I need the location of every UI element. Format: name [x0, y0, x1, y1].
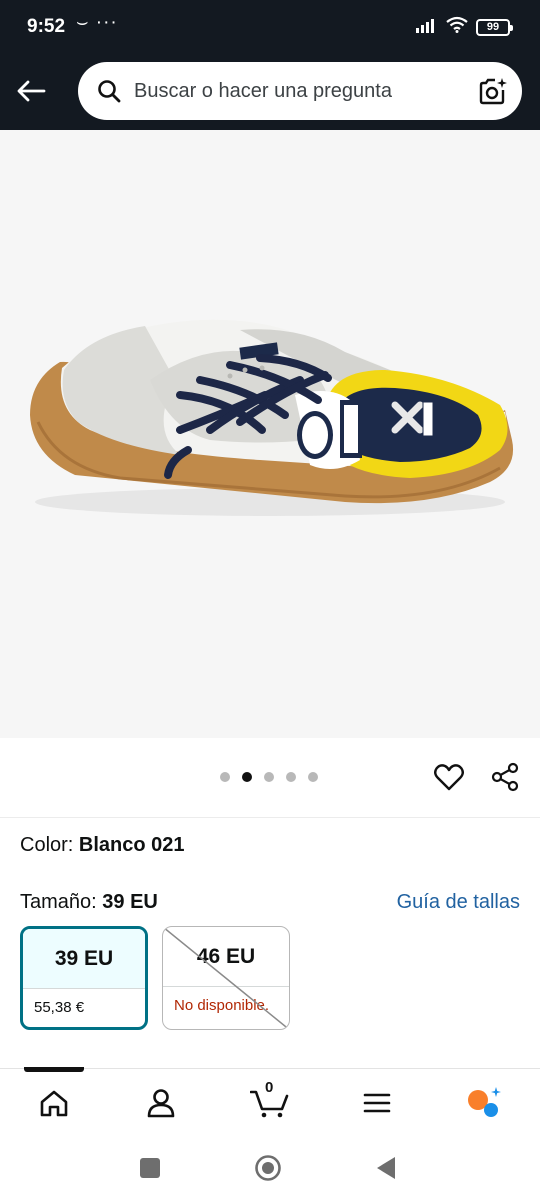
- back-triangle-icon[interactable]: [372, 1154, 400, 1182]
- status-bar: 9:52 ⌣ ··· 99: [0, 0, 540, 56]
- size-option-39[interactable]: 39 EU 55,38 €: [20, 926, 148, 1030]
- size-option-label: 46 EU: [163, 927, 289, 987]
- app-header: [0, 56, 540, 130]
- carousel-dot[interactable]: [220, 772, 230, 782]
- recent-apps-icon[interactable]: [136, 1154, 164, 1182]
- carousel-dot[interactable]: [264, 772, 274, 782]
- product-image[interactable]: [0, 130, 540, 738]
- active-tab-indicator: [24, 1067, 84, 1072]
- nav-menu-icon[interactable]: [357, 1085, 397, 1121]
- status-icons: 99: [416, 16, 513, 38]
- home-circle-icon[interactable]: [254, 1154, 282, 1182]
- search-input[interactable]: [134, 71, 464, 111]
- image-carousel-controls: [0, 738, 540, 818]
- size-option-availability: No disponible.: [174, 997, 270, 1014]
- nav-rufus-assistant-icon[interactable]: [464, 1085, 504, 1121]
- wishlist-heart-icon[interactable]: [432, 760, 466, 794]
- carousel-dot-active[interactable]: [242, 772, 252, 782]
- status-time: 9:52: [27, 16, 66, 37]
- wifi-icon: [446, 16, 468, 38]
- shoe-image: [30, 319, 514, 516]
- size-selection: Tamaño: 39 EU: [20, 891, 158, 914]
- system-navigation-bar: [0, 1134, 540, 1200]
- signal-icon: [416, 17, 438, 38]
- carousel-dot[interactable]: [308, 772, 318, 782]
- camera-search-icon[interactable]: [476, 74, 510, 108]
- share-icon[interactable]: [488, 760, 522, 794]
- nav-account-icon[interactable]: [141, 1085, 181, 1121]
- color-selection: Color: Blanco 021: [20, 834, 185, 857]
- status-notification-icons: ⌣ ···: [76, 12, 118, 33]
- back-arrow-icon: [17, 80, 46, 102]
- carousel-dot[interactable]: [286, 772, 296, 782]
- carousel-dots: [220, 772, 318, 782]
- size-option-label: 39 EU: [23, 929, 145, 989]
- size-label: Tamaño:: [20, 891, 97, 913]
- size-option-46[interactable]: 46 EU No disponible.: [162, 926, 290, 1030]
- search-bar[interactable]: [78, 62, 522, 120]
- bottom-navigation: 0: [0, 1067, 540, 1134]
- nav-home-icon[interactable]: [34, 1085, 74, 1121]
- size-guide-link[interactable]: Guía de tallas: [397, 891, 520, 914]
- size-option-price: 55,38 €: [34, 999, 85, 1016]
- battery-icon: 99: [476, 18, 513, 36]
- back-button[interactable]: [14, 74, 48, 108]
- search-icon: [96, 78, 122, 104]
- cart-count-badge: 0: [265, 1079, 274, 1096]
- size-value: 39 EU: [102, 891, 158, 913]
- nav-cart-icon[interactable]: 0: [248, 1079, 292, 1121]
- color-label: Color:: [20, 834, 74, 856]
- color-value: Blanco 021: [78, 834, 185, 856]
